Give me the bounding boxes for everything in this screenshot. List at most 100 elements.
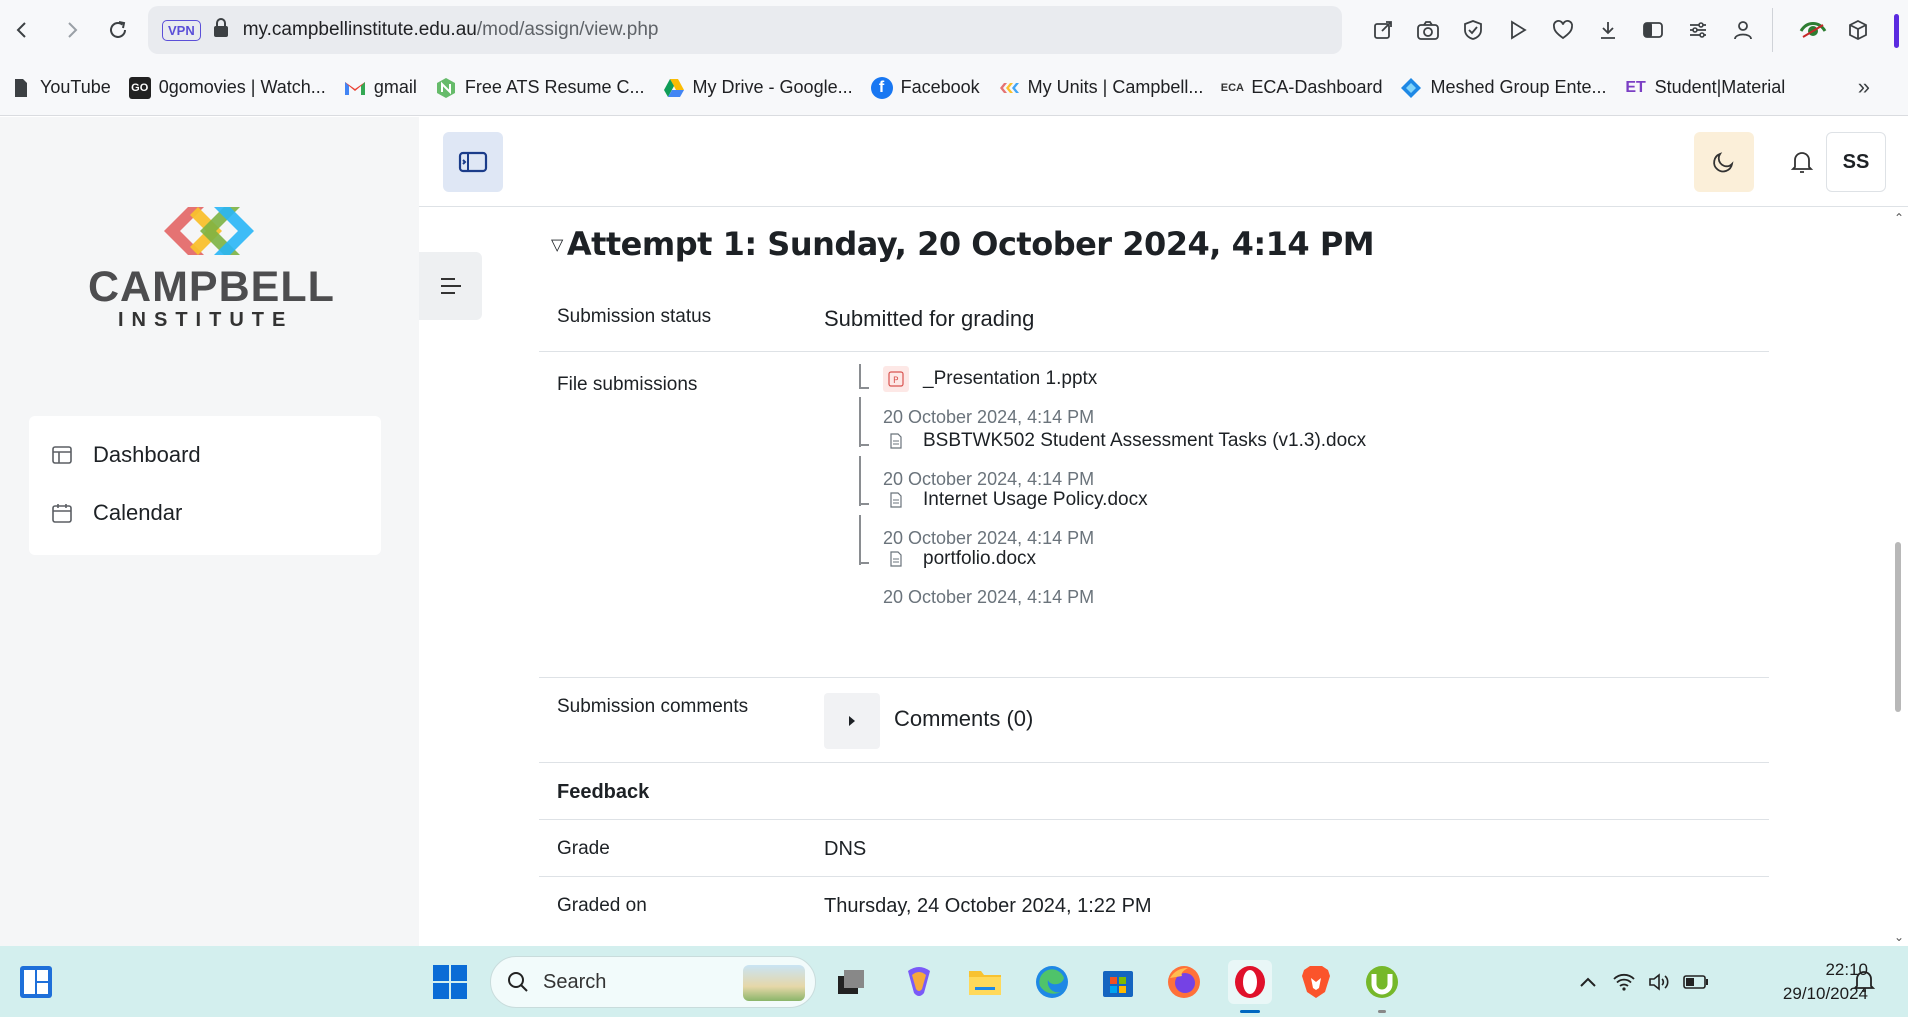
file-link[interactable]: BSBTWK502 Student Assessment Tasks (v1.3… bbox=[923, 430, 1366, 452]
page-header: SS bbox=[419, 117, 1908, 207]
microsoft-store-icon[interactable] bbox=[1096, 960, 1140, 1004]
logo-campbell-text: CAMPBELL bbox=[88, 263, 335, 311]
bookmark-label: Meshed Group Ente... bbox=[1430, 77, 1607, 97]
edge-icon[interactable] bbox=[1030, 960, 1074, 1004]
svg-text:P: P bbox=[893, 376, 899, 386]
feedback-heading-row: Feedback bbox=[539, 763, 1769, 820]
file-link[interactable]: _Presentation 1.pptx bbox=[923, 368, 1097, 390]
tree-connector bbox=[859, 554, 869, 564]
nav-item-calendar[interactable]: Calendar bbox=[29, 484, 381, 542]
go-icon: GO bbox=[128, 76, 151, 99]
primary-navigation: Dashboard Calendar bbox=[29, 416, 381, 555]
campbell-icon bbox=[998, 77, 1020, 99]
heart-icon[interactable] bbox=[1540, 0, 1585, 60]
back-button[interactable] bbox=[0, 8, 44, 52]
shield-icon[interactable] bbox=[1450, 0, 1495, 60]
bookmark-drive[interactable]: My Drive - Google... bbox=[663, 77, 853, 99]
scroll-up-icon[interactable]: ⌃ bbox=[1894, 211, 1904, 225]
submission-comments-label: Submission comments bbox=[557, 696, 749, 717]
meshed-icon bbox=[1400, 77, 1422, 99]
reload-button[interactable] bbox=[96, 8, 140, 52]
open-course-index-button[interactable] bbox=[419, 252, 482, 320]
close-drawer-button[interactable] bbox=[443, 132, 503, 192]
file-explorer-icon[interactable] bbox=[963, 960, 1007, 1004]
brave-icon[interactable] bbox=[1294, 960, 1338, 1004]
logo-institute-text: INSTITUTE bbox=[118, 309, 294, 331]
opera-icon[interactable] bbox=[1228, 960, 1272, 1004]
lock-icon[interactable] bbox=[213, 17, 229, 43]
more-bookmarks-icon[interactable]: » bbox=[1858, 74, 1870, 100]
ats-icon bbox=[435, 77, 457, 99]
file-date: 20 October 2024, 4:14 PM bbox=[883, 407, 1095, 427]
bookmarks-bar: YouTube GO 0gomovies | Watch... gmail Fr… bbox=[0, 60, 1908, 116]
dark-mode-toggle-button[interactable] bbox=[1694, 132, 1754, 192]
profile-icon[interactable] bbox=[1720, 0, 1765, 60]
download-icon[interactable] bbox=[1585, 0, 1630, 60]
drive-icon bbox=[663, 77, 685, 99]
file-item: Internet Usage Policy.docx bbox=[883, 487, 1148, 513]
file-link[interactable]: Internet Usage Policy.docx bbox=[923, 489, 1148, 511]
running-app-indicator bbox=[1378, 1010, 1386, 1013]
bookmark-label: My Drive - Google... bbox=[692, 77, 853, 97]
bookmark-student-material[interactable]: ET Student|Material bbox=[1625, 77, 1785, 99]
camera-icon[interactable] bbox=[1405, 0, 1450, 60]
wifi-icon[interactable] bbox=[1606, 946, 1642, 1017]
share-icon[interactable] bbox=[1360, 0, 1405, 60]
utorrent-icon[interactable] bbox=[1360, 960, 1404, 1004]
bookmark-eca-dashboard[interactable]: ECA ECA-Dashboard bbox=[1221, 77, 1383, 99]
collapse-caret-icon[interactable]: ▽ bbox=[551, 235, 563, 254]
powerpoint-file-icon: P bbox=[883, 366, 909, 392]
easy-setup-icon[interactable] bbox=[1675, 0, 1720, 60]
chevron-up-icon[interactable] bbox=[1570, 946, 1606, 1017]
scroll-thumb[interactable] bbox=[1895, 542, 1901, 712]
attempt-heading[interactable]: ▽ Attempt 1: Sunday, 20 October 2024, 4:… bbox=[551, 225, 1375, 263]
sidebar-toggle-icon[interactable] bbox=[1630, 0, 1675, 60]
bookmark-youtube[interactable]: YouTube bbox=[10, 77, 111, 99]
play-icon[interactable] bbox=[1495, 0, 1540, 60]
submission-status-row: Submission status Submitted for grading bbox=[539, 282, 1769, 352]
file-submissions-label: File submissions bbox=[557, 374, 698, 395]
file-link[interactable]: portfolio.docx bbox=[923, 548, 1036, 570]
task-view-icon[interactable] bbox=[829, 960, 873, 1004]
scroll-down-icon[interactable]: ⌄ bbox=[1894, 930, 1904, 944]
forward-button[interactable] bbox=[50, 8, 94, 52]
bookmark-0gomovies[interactable]: GO 0gomovies | Watch... bbox=[128, 76, 326, 99]
battery-icon[interactable] bbox=[1678, 946, 1714, 1017]
address-bar[interactable]: VPN my.campbellinstitute.edu.au/mod/assi… bbox=[148, 6, 1342, 54]
submission-comments-row: Submission comments Comments (0) bbox=[539, 678, 1769, 763]
feedback-heading: Feedback bbox=[557, 781, 650, 803]
taskbar-search[interactable]: Search bbox=[490, 956, 816, 1008]
extension-eye-icon[interactable] bbox=[1790, 0, 1835, 60]
bookmark-gmail[interactable]: gmail bbox=[344, 77, 417, 99]
bookmark-facebook[interactable]: f Facebook bbox=[870, 76, 980, 99]
browser-toolbar-icons bbox=[1360, 0, 1765, 60]
campbell-logo[interactable]: CAMPBELL INSTITUTE bbox=[88, 197, 334, 331]
user-menu-avatar[interactable]: SS bbox=[1826, 132, 1886, 192]
extensions-cube-icon[interactable] bbox=[1835, 0, 1880, 60]
page-scrollbar[interactable]: ⌃ ⌄ bbox=[1890, 207, 1908, 946]
et-icon: ET bbox=[1625, 78, 1646, 96]
notification-bell-icon[interactable] bbox=[1852, 968, 1880, 996]
bookmark-label: Facebook bbox=[900, 77, 980, 97]
start-button-icon[interactable] bbox=[432, 964, 468, 1000]
expand-comments-button[interactable] bbox=[824, 693, 880, 749]
widgets-icon[interactable] bbox=[18, 964, 54, 1000]
dashboard-icon bbox=[51, 444, 73, 466]
bookmark-my-units[interactable]: My Units | Campbell... bbox=[998, 77, 1203, 99]
volume-icon[interactable] bbox=[1642, 946, 1678, 1017]
vpn-badge[interactable]: VPN bbox=[162, 19, 201, 41]
submission-status-label: Submission status bbox=[557, 306, 712, 327]
active-app-indicator bbox=[1240, 1010, 1260, 1013]
toolbar-divider bbox=[1772, 8, 1773, 52]
document-file-icon bbox=[883, 546, 909, 572]
bookmark-ats[interactable]: Free ATS Resume C... bbox=[435, 77, 645, 99]
nav-item-dashboard[interactable]: Dashboard bbox=[29, 426, 381, 484]
tree-connector bbox=[859, 436, 869, 446]
comments-link[interactable]: Comments (0) bbox=[894, 706, 1033, 732]
bookmark-meshed[interactable]: Meshed Group Ente... bbox=[1400, 77, 1607, 99]
firefox-icon[interactable] bbox=[1162, 960, 1206, 1004]
url-text[interactable]: my.campbellinstitute.edu.au/mod/assign/v… bbox=[243, 19, 659, 41]
notifications-button[interactable] bbox=[1772, 132, 1832, 192]
nav-item-label: Dashboard bbox=[93, 442, 201, 467]
copilot-icon[interactable] bbox=[897, 960, 941, 1004]
